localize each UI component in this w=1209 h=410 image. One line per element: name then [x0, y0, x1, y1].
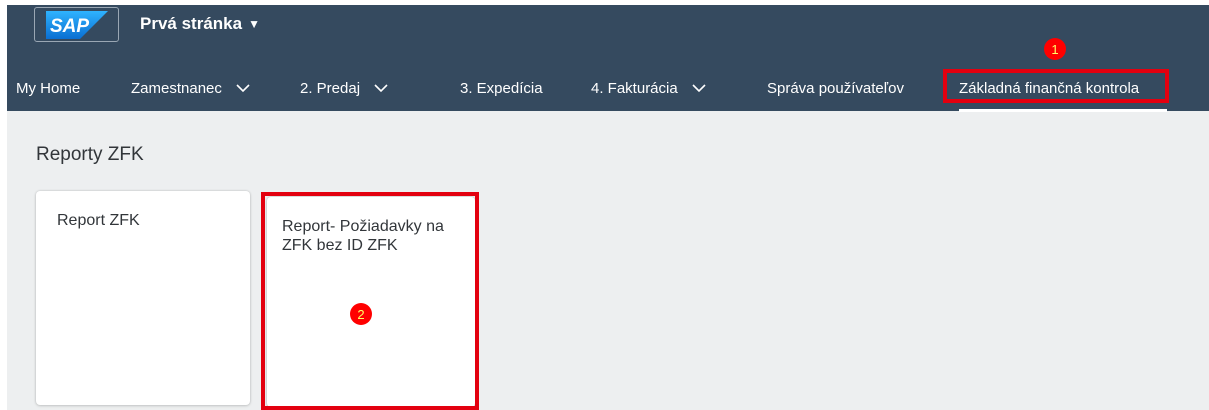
step-marker-1: 1	[1044, 38, 1066, 60]
tile-title: Report- Požiadavky na ZFK bez ID ZFK	[282, 218, 444, 254]
nav-item-label: Správa používateľov	[767, 79, 904, 97]
nav-item-label: My Home	[16, 79, 81, 97]
chevron-down-icon	[692, 83, 706, 92]
caret-down-icon: ▼	[248, 17, 260, 31]
nav-item-fakturacia[interactable]: 4. Fakturácia	[591, 65, 706, 111]
nav-item-label: 2. Predaj	[300, 79, 361, 97]
tile-report-zfk[interactable]: Report ZFK	[36, 191, 250, 405]
nav-item-my-home[interactable]: My Home	[16, 65, 80, 111]
nav-item-sprava-pouzivatelov[interactable]: Správa používateľov	[767, 65, 904, 111]
nav-item-label: 3. Expedícia	[460, 79, 543, 97]
nav-item-label: Zamestnanec	[131, 79, 222, 97]
space-navigation-bar: My Home Zamestnanec 2. Predaj 3. Expedíc…	[7, 65, 1209, 111]
launchpad-window: SAP Prvá stránka ▼ My Home Zamestnanec 2…	[7, 5, 1209, 410]
nav-item-zamestnanec[interactable]: Zamestnanec	[131, 65, 250, 111]
group-title: Reporty ZFK	[36, 144, 144, 165]
app-title: Prvá stránka	[140, 14, 243, 33]
step-marker-2: 2	[350, 303, 372, 325]
sap-logo-icon: SAP	[45, 10, 108, 39]
nav-item-zakladna-financna-kontrola[interactable]: Základná finančná kontrola	[959, 65, 1139, 111]
tile-title: Report ZFK	[57, 212, 140, 229]
shell-header: SAP Prvá stránka ▼	[7, 5, 1209, 65]
active-tab-indicator	[959, 109, 1167, 112]
nav-item-predaj[interactable]: 2. Predaj	[300, 65, 388, 111]
nav-item-label: Základná finančná kontrola	[959, 79, 1140, 97]
app-title-menu[interactable]: Prvá stránka ▼	[140, 14, 260, 34]
chevron-down-icon	[236, 83, 250, 92]
nav-item-label: 4. Fakturácia	[591, 79, 678, 97]
logo-text: SAP	[50, 16, 89, 37]
tile-report-poziadavky[interactable]: Report- Požiadavky na ZFK bez ID ZFK	[267, 197, 475, 407]
nav-item-expedicia[interactable]: 3. Expedícia	[460, 65, 543, 111]
chevron-down-icon	[374, 83, 388, 92]
sap-logo[interactable]: SAP	[34, 7, 119, 42]
